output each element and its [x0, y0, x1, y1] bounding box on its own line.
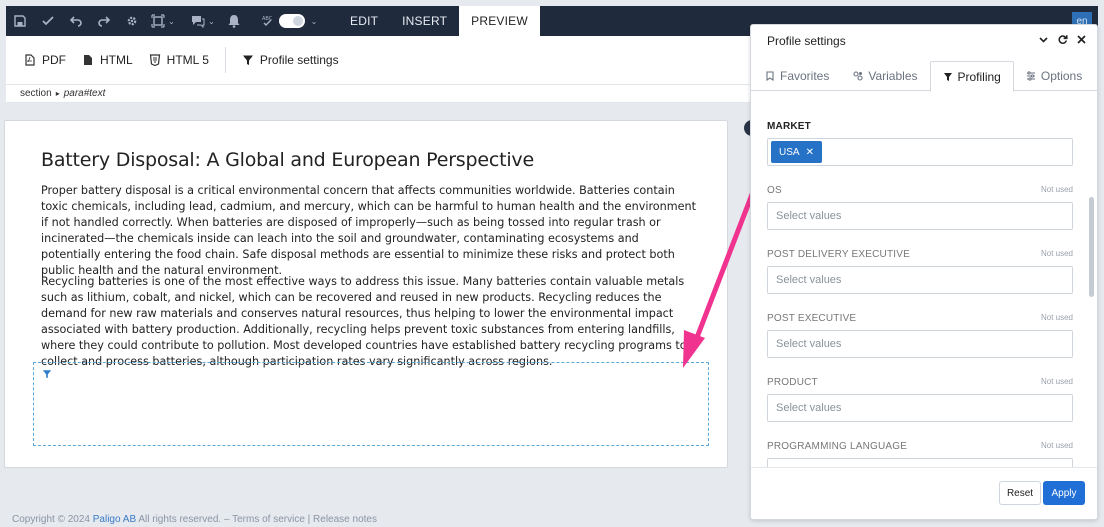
market-label: MARKET [767, 121, 811, 132]
pdf-button[interactable]: PDF [16, 46, 74, 74]
remove-tag-icon[interactable]: ✕ [806, 147, 814, 158]
post-delivery-executive-select[interactable]: Select values [767, 266, 1073, 294]
panel-tabs: Favorites Variables Profiling Options [751, 61, 1097, 92]
frame-icon[interactable]: ⌄ [146, 6, 180, 36]
footer-copyright: Copyright © 2024 [12, 514, 93, 525]
spellcheck-toggle[interactable] [278, 14, 305, 28]
status-not-used: Not used [1040, 441, 1073, 450]
tab-preview[interactable]: PREVIEW [459, 6, 540, 36]
profile-settings-label: Profile settings [259, 53, 339, 67]
chevron-down-icon: ⌄ [310, 16, 318, 26]
check-icon[interactable] [34, 6, 62, 36]
document-preview: Battery Disposal: A Global and European … [4, 120, 728, 468]
breadcrumb: section ▸ para#text [6, 85, 750, 103]
paragraph: Proper battery disposal is a critical en… [41, 184, 696, 278]
post-executive-select[interactable]: Select values [767, 330, 1073, 358]
filtered-element-placeholder[interactable] [33, 362, 709, 446]
status-not-used: Not used [1040, 313, 1073, 322]
tab-favorites[interactable]: Favorites [753, 61, 841, 91]
panel-footer: Reset Apply [751, 467, 1097, 519]
field-label-post-delivery-executive: POST DELIVERY EXECUTIVE [767, 249, 910, 260]
profiling-body: MARKET USA ✕ OS Not used Select values P… [751, 91, 1089, 467]
footer-links[interactable]: All rights reserved. – Terms of service … [136, 514, 377, 525]
filter-icon [943, 72, 952, 81]
document-title: Battery Disposal: A Global and European … [41, 149, 534, 171]
file-icon [84, 55, 92, 65]
tab-label: Options [1040, 69, 1083, 83]
chevron-down-icon[interactable] [1038, 34, 1049, 45]
reset-button[interactable]: Reset [999, 481, 1041, 505]
panel-header: Profile settings [751, 25, 1097, 57]
market-select[interactable]: USA ✕ [767, 138, 1073, 166]
field-label-product: PRODUCT [767, 377, 818, 388]
status-not-used: Not used [1040, 185, 1073, 194]
footer-company-link[interactable]: Paligo AB [93, 514, 136, 525]
comments-icon[interactable]: ⌄ [186, 6, 220, 36]
tab-edit[interactable]: EDIT [338, 6, 390, 36]
html5-button[interactable]: HTML 5 [141, 46, 217, 74]
sliders-icon [1026, 71, 1035, 81]
variables-icon [853, 71, 863, 81]
pdf-icon [25, 54, 35, 66]
caret-right-icon: ▸ [55, 89, 60, 98]
programming-language-select[interactable] [767, 458, 1073, 467]
divider [224, 47, 226, 73]
profile-settings-panel: Profile settings Favorites Variables Pro… [750, 24, 1098, 520]
profile-settings-button[interactable]: Profile settings [234, 46, 347, 74]
market-tag-label: USA [779, 146, 800, 158]
tab-label: Favorites [780, 69, 830, 83]
filter-icon [42, 370, 52, 379]
field-label-programming-language: PROGRAMMING LANGUAGE [767, 441, 908, 452]
scrollbar-thumb[interactable] [1089, 197, 1094, 297]
pdf-label: PDF [42, 53, 66, 67]
breadcrumb-section[interactable]: section [20, 88, 52, 99]
tab-profiling[interactable]: Profiling [929, 61, 1014, 92]
refresh-icon[interactable] [1057, 34, 1068, 45]
save-icon[interactable] [6, 6, 34, 36]
tab-label: Profiling [957, 69, 1001, 84]
html-label: HTML [100, 53, 133, 67]
chevron-down-icon: ⌄ [208, 16, 215, 26]
settings-icon[interactable] [118, 6, 146, 36]
paragraph: Recycling batteries is one of the most e… [41, 275, 687, 369]
tab-variables[interactable]: Variables [841, 61, 929, 91]
panel-scrollbar[interactable] [1089, 93, 1095, 465]
html-button[interactable]: HTML [74, 46, 141, 74]
status-not-used: Not used [1040, 249, 1073, 258]
redo-icon[interactable] [90, 6, 118, 36]
status-not-used: Not used [1040, 377, 1073, 386]
filter-icon [242, 55, 253, 65]
tab-label: Variables [868, 69, 918, 83]
html5-icon [149, 54, 160, 66]
panel-title: Profile settings [767, 34, 846, 48]
field-label-os: OS [767, 185, 782, 196]
spellcheck-icon[interactable]: ABC ⌄ [254, 6, 324, 36]
field-label-post-executive: POST EXECUTIVE [767, 313, 857, 324]
tab-insert[interactable]: INSERT [390, 6, 459, 36]
apply-button[interactable]: Apply [1043, 481, 1085, 505]
product-select[interactable]: Select values [767, 394, 1073, 422]
bell-icon[interactable] [220, 6, 248, 36]
breadcrumb-path[interactable]: para#text [64, 88, 106, 99]
close-icon[interactable] [1076, 34, 1087, 45]
market-tag[interactable]: USA ✕ [771, 141, 822, 163]
svg-text:ABC: ABC [262, 16, 273, 22]
output-bar: PDF HTML HTML 5 Profile settings [6, 36, 750, 85]
bookmark-icon [766, 71, 774, 81]
html5-label: HTML 5 [166, 53, 209, 67]
chevron-down-icon: ⌄ [168, 16, 175, 26]
footer: Copyright © 2024 Paligo AB All rights re… [12, 514, 377, 525]
undo-icon[interactable] [62, 6, 90, 36]
os-select[interactable]: Select values [767, 202, 1073, 230]
tab-options[interactable]: Options [1014, 61, 1094, 91]
